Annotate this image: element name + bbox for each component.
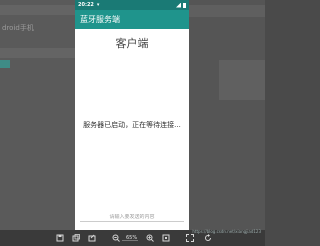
fit-icon[interactable] xyxy=(162,234,170,242)
background-accent xyxy=(0,60,10,68)
app-title: 蓝牙服务端 xyxy=(80,15,120,24)
background-text-fragment: droid手机 xyxy=(2,24,34,32)
fullscreen-icon[interactable] xyxy=(186,234,194,242)
signal-icon xyxy=(176,2,181,8)
phone-screen: 20:22 ▾ 蓝牙服务端 客户端 服务器已启动，正在等待连接... xyxy=(75,0,189,230)
status-time: 20:22 xyxy=(78,2,94,8)
zoom-in-icon[interactable] xyxy=(146,234,154,242)
background-strip xyxy=(0,5,75,15)
background-right-panel xyxy=(189,0,265,230)
watermark-text: https://blog.csdn.net/xiangjiad123 xyxy=(192,229,261,234)
copy-icon[interactable] xyxy=(72,234,80,242)
background-strip xyxy=(189,5,265,17)
app-bar: 蓝牙服务端 xyxy=(75,10,189,29)
background-strip xyxy=(0,48,75,58)
background-left-panel: droid手机 xyxy=(0,0,75,230)
zoom-slider[interactable] xyxy=(122,240,138,241)
rotate-icon[interactable] xyxy=(204,234,212,242)
status-bar: 20:22 ▾ xyxy=(75,0,189,10)
message-input[interactable] xyxy=(80,214,184,222)
background-block xyxy=(219,60,265,100)
client-title: 客户端 xyxy=(115,37,149,50)
notification-icon: ▾ xyxy=(96,2,100,8)
battery-icon xyxy=(183,2,186,8)
zoom-out-icon[interactable] xyxy=(112,234,120,242)
save-icon[interactable] xyxy=(56,234,64,242)
share-icon[interactable] xyxy=(88,234,96,242)
server-status-message: 服务器已启动，正在等待连接... xyxy=(83,121,181,129)
